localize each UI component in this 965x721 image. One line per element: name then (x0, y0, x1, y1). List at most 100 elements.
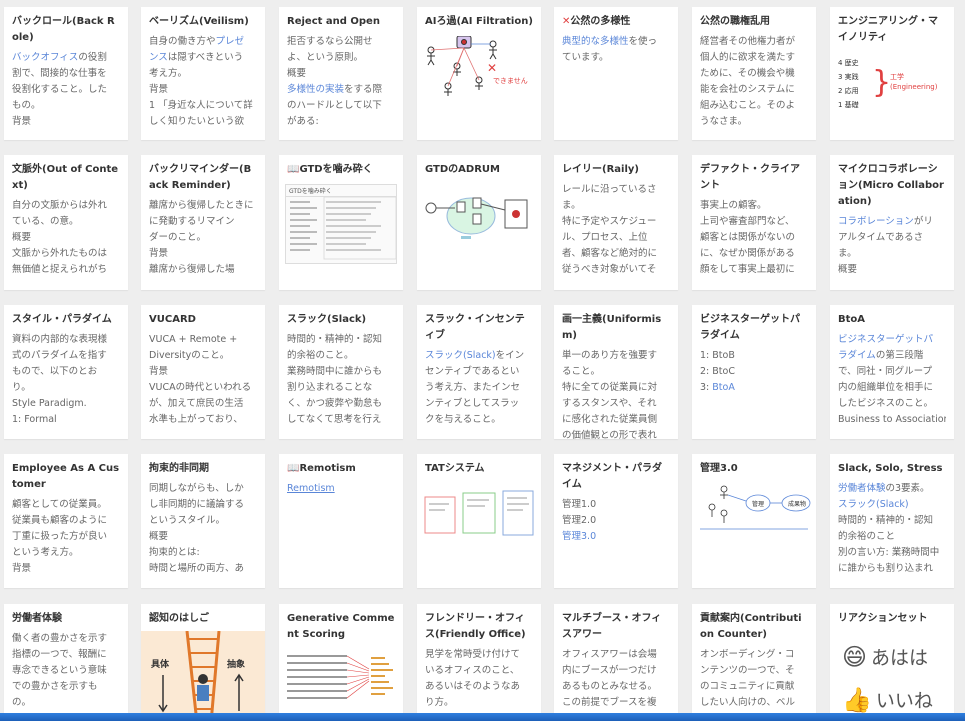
card-title: マネジメント・パラダイム (554, 454, 678, 493)
card[interactable]: エンジニアリング・マイノリティ 4 歴史 3 実践 2 応用 1 基礎} 工学 (Engin… (830, 7, 954, 140)
card[interactable]: ベーリズム(Veilism) 自身の働き方やプレゼ ンスは隠すべきという 考え方。 背景… (141, 7, 265, 140)
card-title: バックロール(Back Role) (4, 7, 128, 46)
card[interactable]: 管理3.0 管理 成果物 (692, 454, 816, 588)
card-text: もので、以下のとお (12, 366, 98, 377)
card-link[interactable]: BtoA (712, 382, 735, 393)
card[interactable]: 文脈外(Out of Context) 自分の文脈からは外れ ている、の意。 概要 文脈… (4, 155, 128, 290)
card-title-text: 貢献案内(Contribution Counter) (700, 613, 802, 640)
card[interactable]: ビジネスターゲットパラダイム 1: BtoB 2: BtoC 3: BtoA (692, 305, 816, 439)
card-text: 時間的・精神的・認知 (287, 334, 383, 345)
card-title-text: フレンドリー・オフィス(Friendly Office) (425, 613, 526, 640)
card[interactable]: マネジメント・パラダイム 管理1.0 管理2.0 管理3.0 (554, 454, 678, 588)
card-title-text: 労働者体験 (12, 613, 62, 624)
card[interactable]: バックリマインダー(Back Reminder) 離席から復帰したときに に発動する… (141, 155, 265, 290)
card[interactable]: 公然の職権乱用 経営者その他権力者が 個人的に欲求を満たす ために、その機会や機 能を会… (692, 7, 816, 140)
svg-text:✕: ✕ (487, 61, 497, 75)
card[interactable]: Employee As A Customer 顧客としての従業員。 従業員も顧客のよ… (4, 454, 128, 588)
card-body: 管理1.0 管理2.0 管理3.0 (554, 493, 678, 545)
card-link[interactable]: スラック(Slack) (425, 350, 496, 361)
card-line: 従業員も顧客のように (12, 513, 120, 529)
card-link[interactable]: ラダイム (838, 350, 876, 361)
card[interactable]: レイリー(Raily) レールに沿っているさ ま。 特に予定やスケジュー ル、プロセス、… (554, 155, 678, 290)
card[interactable]: スラック(Slack) 時間的・精神的・認知 的余裕のこと。 業務時間中に誰からも 割り… (279, 305, 403, 439)
card-link[interactable]: ビジネスターゲットパ (838, 334, 933, 345)
card[interactable]: マイクロコラボレーション(Micro Collaboration) コラボレーショ… (830, 155, 954, 290)
card[interactable]: バックロール(Back Role) バックオフィスの役割 割で、間接的な仕事を 役割化… (4, 7, 128, 140)
card-link[interactable]: プレゼ (216, 36, 245, 47)
card[interactable]: 画一主義(Uniformism) 単一のあり方を強要す ること。 特に全ての従業員に対… (554, 305, 678, 439)
card[interactable]: Slack, Solo, Stress 労働者体験の3要素。スラック(Slack)… (830, 454, 954, 588)
card[interactable]: スラック・インセンティブ スラック(Slack)をイン センティブであるとい う考え方… (417, 305, 541, 439)
card-text: 無価値と捉えられがち (12, 264, 108, 275)
card-text: 経営者その他権力者が (700, 36, 796, 47)
card-link[interactable]: 典型的な多様性 (562, 36, 629, 47)
card-line: オフィスアワーは会場 (562, 647, 670, 663)
card-line: ま。 (562, 198, 670, 214)
card-text: り。 (12, 382, 31, 393)
card[interactable]: ✕公然の多様性 典型的な多様性を使っ ています。 (554, 7, 678, 140)
card[interactable]: デファクト・クライアント 事実上の顧客。 上司や審査部門など、 顧客とは関係がないのに… (692, 155, 816, 290)
smile-emoji-icon: 😄 (842, 643, 868, 671)
card[interactable]: 拘束的非同期 同期しながらも、しか し非同期的に議論する というスタイル。 概要 拘束的と… (141, 454, 265, 588)
card-line: 背景 (12, 114, 120, 130)
card-text: 離席から復帰した場 (149, 264, 235, 275)
card[interactable]: 貢献案内(Contribution Counter) オンボーディング・コ ンテンツ… (692, 604, 816, 721)
card-title: Reject and Open (279, 7, 403, 30)
card-line: 無価値と捉えられがち (12, 262, 120, 278)
card-line: 経営者その他権力者が (700, 34, 808, 50)
card[interactable]: スタイル・パラダイム 資料の内部的な表現様 式のパラダイムを指す もので、以下のとおり… (4, 305, 128, 439)
card-text: 2: BtoC (700, 366, 735, 377)
card-body: 労働者体験の3要素。 スラック(Slack) 時間的・精神的・認知 的余裕のこと 別の言… (830, 477, 954, 577)
card-text: 上司や審査部門など、 (700, 216, 795, 227)
card-line: ビジネスターゲットパ (838, 332, 946, 348)
card[interactable]: マルチブース・オフィスアワー オフィスアワーは会場 内にブースが一つだけ あるものとみ… (554, 604, 678, 721)
card-line: この前提でブースを複 (562, 695, 670, 711)
card[interactable]: リアクションセット 😄 あはは 👍 いいね (830, 604, 954, 721)
card-link[interactable]: コラボレーション (838, 216, 914, 227)
card-title: Slack, Solo, Stress (830, 454, 954, 477)
card-text: の役割 (78, 52, 107, 63)
card-title-text: ベーリズム(Veilism) (149, 16, 249, 27)
card-text: の3要素。 (885, 483, 930, 494)
card[interactable]: Generative Comment Scoring (279, 604, 403, 721)
card[interactable]: 📖GTDを噛み砕く GTDを噛み砕く (279, 155, 403, 290)
card[interactable]: GTDのADRUM (417, 155, 541, 290)
card-line: したい人向けの、ベル (700, 695, 808, 711)
card[interactable]: AIろ過(AI Filtration) ✕ できません (417, 7, 541, 140)
card-text: Diversityのこと。 (149, 350, 230, 361)
card[interactable]: 労働者体験 働く者の豊かさを示す 指標の一つで、報酬に 専念できるという意味 での豊かさ… (4, 604, 128, 721)
card[interactable]: BtoA ビジネスターゲットパ ラダイムの第三段階 で、同社・同グループ 内の組織単位を… (830, 305, 954, 439)
card-text: したビジネスのこと。 (838, 398, 934, 409)
card-text: もの。 (12, 100, 41, 111)
card-title: エンジニアリング・マイノリティ (830, 7, 954, 46)
card-link[interactable]: 多様性の実装 (287, 84, 344, 95)
card[interactable]: 認知のはしご 具体 抽象 (141, 604, 265, 721)
card-title: レイリー(Raily) (554, 155, 678, 178)
card[interactable]: フレンドリー・オフィス(Friendly Office) 見学を常時受け付けて いる… (417, 604, 541, 721)
card-link[interactable]: スラック(Slack) (838, 499, 909, 510)
card[interactable]: TATシステム (417, 454, 541, 588)
card[interactable]: Reject and Open 拒否するなら公開せ よ、という原則。 概要 多様性の実装… (279, 7, 403, 140)
card-body: コラボレーションがリ アルタイムであるさ ま。 概要 (830, 210, 954, 278)
card-link[interactable]: バックオフィス (12, 52, 78, 63)
card-text: オンボーディング・コ (700, 649, 795, 660)
card-link[interactable]: 管理3.0 (562, 531, 596, 542)
card-link[interactable]: ンス (149, 52, 168, 63)
card-text: 割で、間接的な仕事を (12, 68, 107, 79)
card-title: 公然の職権乱用 (692, 7, 816, 30)
card-title-text: AIろ過(AI Filtration) (425, 16, 533, 27)
card-line: 労働者体験の3要素。 (838, 481, 946, 497)
card[interactable]: VUCARD VUCA + Remote + Diversityのこと。 背景 VUCA… (141, 305, 265, 439)
card-title: 労働者体験 (4, 604, 128, 627)
note-line: 工学 (890, 73, 904, 81)
card-link[interactable]: Remotism (287, 483, 335, 494)
card-line: 1 「身近な人について詳 (149, 98, 257, 114)
card-link[interactable]: 労働者体験 (838, 483, 886, 494)
card[interactable]: 📖Remotism Remotism (279, 454, 403, 588)
card-text: 丁重に扱った方が良い (12, 531, 108, 542)
card-text: ている、の意。 (12, 216, 79, 227)
card-line: 的余裕のこと (838, 529, 946, 545)
gtd-header: GTDを噛み砕く (286, 185, 396, 197)
card-text: 事実上の顧客。 (700, 200, 767, 211)
card-text: 3: (700, 382, 713, 393)
